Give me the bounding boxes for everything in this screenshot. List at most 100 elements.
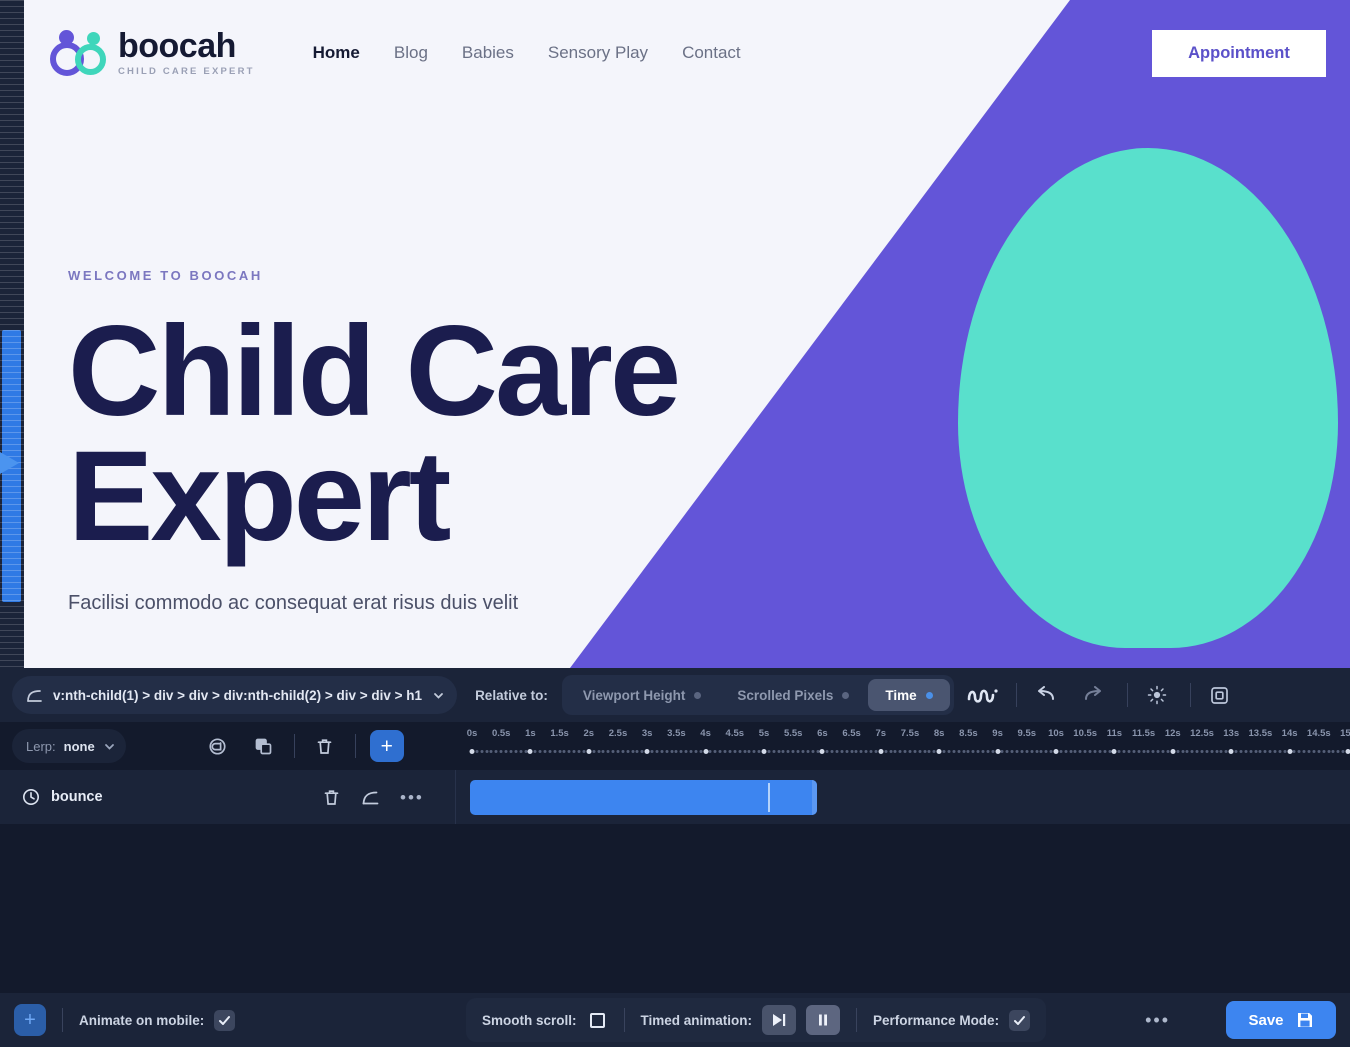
bottom-divider	[62, 1008, 63, 1032]
rail-playhead-marker-icon[interactable]	[0, 452, 19, 474]
timeline-track-row[interactable]: bounce •••	[0, 770, 1350, 824]
nav-item-home[interactable]: Home	[313, 43, 360, 63]
time-tick-dot	[850, 750, 854, 753]
time-tick-label: 10.5s	[1073, 728, 1098, 739]
duplicate-icon[interactable]	[248, 730, 280, 762]
time-tick-dot	[869, 750, 873, 753]
time-tick-dot	[738, 750, 742, 753]
time-tick-dot	[708, 750, 712, 753]
ruler-divider	[293, 734, 295, 758]
theme-brightness-icon[interactable]	[1138, 676, 1176, 714]
save-button-label: Save	[1248, 1011, 1284, 1029]
animate-on-mobile-checkbox[interactable]	[214, 1009, 236, 1031]
nav-item-babies[interactable]: Babies	[462, 43, 514, 63]
time-tick-label: 6.5s	[842, 728, 861, 739]
appointment-button[interactable]: Appointment	[1152, 30, 1326, 77]
time-tick-dot	[995, 749, 1001, 754]
logo-name: boocah	[118, 27, 236, 66]
time-tick-dot	[761, 749, 767, 754]
time-tick-dot	[854, 750, 858, 753]
easing-curve-icon[interactable]	[361, 788, 380, 807]
time-tick-label: 1s	[525, 728, 536, 739]
chevron-down-icon[interactable]	[432, 689, 445, 702]
time-tick-dot	[616, 750, 620, 753]
play-to-end-icon[interactable]	[762, 1005, 797, 1035]
scroll-progress-rail[interactable]	[0, 0, 24, 668]
time-tick-dot	[752, 750, 756, 753]
time-tick-dot	[1210, 750, 1214, 753]
time-tick-dot	[747, 750, 751, 753]
time-tick-dot	[679, 750, 683, 753]
time-tick-dot	[957, 750, 961, 753]
add-layer-button[interactable]: +	[14, 1004, 46, 1036]
time-tick-label: 5s	[758, 728, 770, 739]
time-tick-dot	[1015, 750, 1019, 753]
time-tick-dot	[1244, 750, 1248, 753]
delete-trash-icon[interactable]	[309, 730, 341, 762]
time-tick-dot	[981, 750, 985, 753]
time-tick-dot	[874, 750, 878, 753]
toolbar-divider	[1126, 683, 1128, 707]
time-tick-dot	[1044, 750, 1048, 753]
time-ruler[interactable]: 0s 0.5s 1s 1.5s 2s 2.5s 3s 3.5s 4s 4.5s 5s 5.5s 6s 6.…	[460, 722, 1350, 770]
time-tick-dot	[1205, 750, 1209, 753]
smooth-scroll-checkbox[interactable]	[587, 1010, 608, 1031]
time-tick-dot	[562, 750, 566, 753]
redo-icon[interactable]	[1075, 676, 1113, 714]
time-tick-dot	[1059, 750, 1063, 753]
animation-clip[interactable]	[470, 780, 817, 815]
time-tick-dot	[538, 750, 542, 753]
time-tick-label: 7s	[875, 728, 887, 739]
mode-scrolled-pixels[interactable]: Scrolled Pixels	[720, 679, 866, 711]
time-tick-dot	[1254, 750, 1258, 753]
lerp-value: none	[63, 738, 95, 754]
lerp-dropdown[interactable]: Lerp: none	[12, 729, 126, 763]
time-tick-dot	[791, 750, 795, 753]
nav-item-contact[interactable]: Contact	[682, 43, 741, 63]
time-tick-dot	[601, 750, 605, 753]
time-tick-dot	[1263, 750, 1267, 753]
clip-resize-handle[interactable]	[812, 780, 817, 815]
website-preview-canvas[interactable]: boocah CHILD CARE EXPERT Home Blog Babie…	[24, 0, 1350, 668]
mode-viewport-height[interactable]: Viewport Height	[566, 679, 719, 711]
panel-layout-icon[interactable]	[1201, 676, 1239, 714]
chevron-down-icon[interactable]	[103, 740, 116, 753]
mode-time[interactable]: Time	[868, 679, 950, 711]
more-options-icon[interactable]: •••	[400, 789, 424, 806]
time-tick-dot	[1146, 750, 1150, 753]
nav-item-blog[interactable]: Blog	[394, 43, 428, 63]
more-options-icon[interactable]: •••	[1145, 1011, 1170, 1029]
time-tick-dot	[1327, 750, 1331, 753]
pause-icon[interactable]	[806, 1005, 841, 1035]
time-tick-dot	[864, 750, 868, 753]
squiggle-wave-icon[interactable]	[964, 676, 1002, 714]
time-tick-dot	[494, 750, 498, 753]
controls-divider	[623, 1008, 625, 1032]
track-tools: •••	[322, 788, 424, 807]
nav-item-sensory-play[interactable]: Sensory Play	[548, 43, 648, 63]
performance-mode-checkbox[interactable]	[1009, 1009, 1031, 1031]
site-nav: Home Blog Babies Sensory Play Contact	[313, 43, 741, 63]
time-tick-dot	[743, 750, 747, 753]
time-tick-dot	[597, 750, 601, 753]
time-tick-dot	[524, 750, 528, 753]
time-tick-dot	[670, 750, 674, 753]
time-tick-label: 6s	[817, 728, 828, 739]
time-tick-dot	[889, 750, 893, 753]
time-tick-dot	[1156, 750, 1160, 753]
time-tick-dot	[1049, 750, 1053, 753]
delete-trash-icon[interactable]	[322, 788, 341, 807]
track-divider	[455, 770, 456, 824]
time-tick-dot	[1073, 750, 1077, 753]
undo-icon[interactable]	[1027, 676, 1065, 714]
time-tick-dot	[553, 750, 557, 753]
site-logo[interactable]: boocah CHILD CARE EXPERT	[50, 29, 255, 77]
hero-title: Child Care Expert	[68, 300, 681, 569]
attach-clip-icon[interactable]	[202, 730, 234, 762]
save-button[interactable]: Save	[1226, 1001, 1336, 1039]
time-tick-dot	[1228, 749, 1234, 754]
time-tick-dot	[504, 750, 508, 753]
add-keyframe-button[interactable]: +	[369, 730, 404, 762]
element-selector-dropdown[interactable]: v:nth-child(1) > div > div > div:nth-chi…	[12, 676, 458, 714]
mode-dot-icon	[842, 691, 850, 699]
